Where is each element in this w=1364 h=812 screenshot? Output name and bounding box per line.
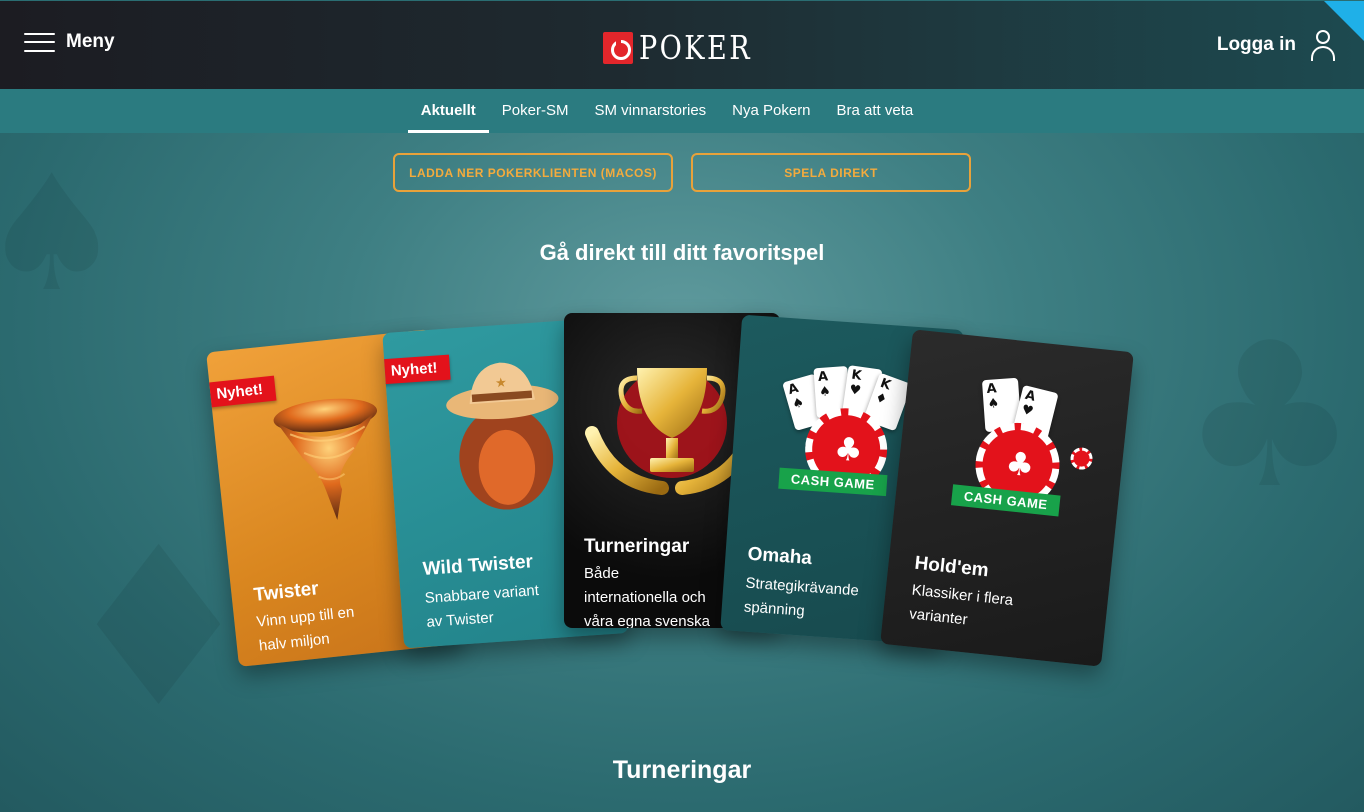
tab-sm-vinnarstories[interactable]: SM vinnarstories — [581, 89, 719, 133]
tornado-icon — [273, 398, 378, 520]
tab-aktuellt[interactable]: Aktuellt — [407, 89, 489, 133]
download-client-button[interactable]: LADDA NER POKERKLIENTEN (MACOS) — [393, 153, 673, 192]
club-icon: ♣ — [832, 429, 865, 470]
new-badge: Nyhet! — [382, 354, 451, 385]
brand-mark-icon — [603, 31, 633, 64]
background-spade-icon: ♠ — [0, 140, 124, 327]
sub-navigation: Aktuellt Poker-SM SM vinnarstories Nya P… — [0, 89, 1364, 133]
card-title: Turneringar — [584, 536, 690, 557]
card-title: Hold'em — [913, 552, 990, 582]
holdem-art: A ♠ A ♥ ♣ CASH GAME — [892, 329, 1134, 551]
top-bar: Meny POKER Logga in — [0, 0, 1364, 89]
svg-text:★: ★ — [495, 376, 508, 392]
card-title: Omaha — [746, 543, 813, 570]
login-button[interactable]: Logga in — [1217, 29, 1336, 61]
card-desc-line1: Både — [584, 565, 620, 582]
club-icon: ♣ — [1003, 443, 1037, 485]
favorites-title: Gå direkt till ditt favoritspel — [539, 240, 825, 265]
logo-text: POKER — [639, 28, 753, 67]
tab-poker-sm[interactable]: Poker-SM — [489, 89, 582, 133]
card-desc-line2: spänning — [743, 598, 806, 620]
tournaments-title: Turneringar — [612, 756, 752, 784]
background-club-icon: ♣ — [1180, 300, 1360, 533]
menu-label: Meny — [66, 31, 115, 52]
card-desc-line2: varianter — [908, 605, 969, 629]
small-chip-icon — [1069, 446, 1094, 471]
hamburger-icon — [24, 32, 55, 52]
tab-nya-pokern[interactable]: Nya Pokern — [719, 89, 823, 133]
card-title: Wild Twister — [422, 551, 534, 580]
poker-logo[interactable]: POKER — [603, 28, 777, 67]
user-icon — [1310, 29, 1336, 61]
tab-bra-att-veta[interactable]: Bra att veta — [824, 89, 927, 133]
card-desc-line3: våra egna svenska — [584, 613, 710, 628]
login-label: Logga in — [1216, 34, 1296, 55]
game-card-holdem[interactable]: A ♠ A ♥ ♣ CASH GAME Hold'em Klassiker i fl… — [880, 329, 1134, 667]
card-desc-line2: av Twister — [425, 609, 495, 631]
card-title: Twister — [252, 578, 320, 606]
card-desc-line2: internationella och — [584, 589, 706, 606]
menu-button[interactable]: Meny — [24, 31, 115, 53]
play-direct-button[interactable]: SPELA DIREKT — [691, 153, 971, 192]
